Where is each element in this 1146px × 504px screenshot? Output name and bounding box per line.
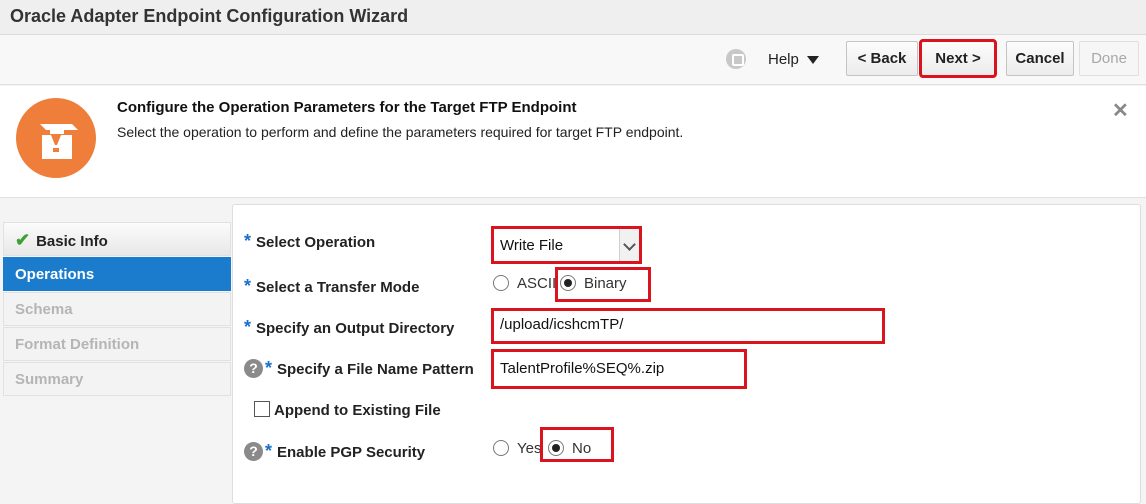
- nav-item-basic-info[interactable]: ✔ Basic Info: [3, 222, 231, 256]
- required-marker: *: [265, 441, 273, 461]
- chevron-down-icon[interactable]: [619, 229, 639, 261]
- banner-title: Configure the Operation Parameters for t…: [117, 99, 577, 116]
- window-title: Oracle Adapter Endpoint Configuration Wi…: [10, 6, 409, 26]
- select-operation-text: Select Operation: [256, 234, 376, 251]
- radio-pgp-no-label[interactable]: No: [572, 440, 591, 457]
- radio-pgp-yes-label[interactable]: Yes: [517, 440, 541, 457]
- wizard-steps-nav: ✔ Basic Info Operations Schema Format Def…: [3, 222, 231, 397]
- window-titlebar: Oracle Adapter Endpoint Configuration Wi…: [0, 0, 1146, 35]
- nav-item-label: Schema: [15, 301, 73, 318]
- done-button: Done: [1079, 41, 1139, 76]
- info-icon[interactable]: [726, 49, 746, 69]
- instruction-banner: Configure the Operation Parameters for t…: [0, 86, 1146, 198]
- file-name-pattern-text: Specify a File Name Pattern: [277, 361, 474, 378]
- operation-select[interactable]: Write File: [491, 226, 642, 264]
- help-icon[interactable]: ?: [244, 359, 263, 378]
- checkmark-icon: ✔: [15, 230, 31, 250]
- radio-pgp-yes[interactable]: [493, 440, 509, 456]
- help-menu[interactable]: Help: [726, 47, 819, 71]
- file-name-pattern-input[interactable]: TalentProfile%SEQ%.zip: [491, 349, 747, 389]
- nav-item-operations[interactable]: Operations: [3, 257, 231, 291]
- pgp-security-label: ? * Enable PGP Security: [244, 441, 425, 462]
- required-marker: *: [244, 231, 252, 251]
- radio-pgp-no[interactable]: [548, 440, 564, 456]
- append-label[interactable]: Append to Existing File: [274, 402, 441, 419]
- nav-item-label: Summary: [15, 371, 84, 388]
- help-label[interactable]: Help: [768, 51, 799, 68]
- chevron-down-icon[interactable]: [806, 56, 819, 64]
- required-marker: *: [265, 358, 273, 378]
- nav-item-schema: Schema: [3, 292, 231, 326]
- file-name-pattern-label: ? * Specify a File Name Pattern: [244, 358, 474, 379]
- wizard-toolbar: Help < Back Next > Cancel Done: [0, 35, 1146, 85]
- nav-item-summary: Summary: [3, 362, 231, 396]
- radio-binary-label[interactable]: Binary: [584, 275, 627, 292]
- required-marker: *: [244, 276, 252, 296]
- cancel-button[interactable]: Cancel: [1006, 41, 1074, 76]
- transfer-mode-label: * Select a Transfer Mode: [244, 276, 419, 297]
- radio-binary[interactable]: [560, 275, 576, 291]
- nav-item-format-definition: Format Definition: [3, 327, 231, 361]
- operation-select-value: Write File: [500, 237, 564, 254]
- output-directory-label: * Specify an Output Directory: [244, 317, 454, 338]
- select-operation-label: * Select Operation: [244, 231, 375, 252]
- append-checkbox[interactable]: [254, 401, 270, 417]
- output-directory-text: Specify an Output Directory: [256, 320, 455, 337]
- transfer-mode-text: Select a Transfer Mode: [256, 279, 420, 296]
- back-button[interactable]: < Back: [846, 41, 918, 76]
- close-icon[interactable]: ✕: [1112, 98, 1129, 123]
- nav-item-label: Basic Info: [36, 233, 108, 250]
- output-directory-input[interactable]: /upload/icshcmTP/: [491, 308, 885, 344]
- ftp-adapter-icon: [40, 124, 78, 159]
- required-marker: *: [244, 317, 252, 337]
- operations-form: * Select Operation Write File * Select a T…: [232, 204, 1141, 504]
- nav-item-label: Format Definition: [15, 336, 140, 353]
- radio-ascii[interactable]: [493, 275, 509, 291]
- next-button[interactable]: Next >: [919, 39, 997, 78]
- help-icon[interactable]: ?: [244, 442, 263, 461]
- banner-description: Select the operation to perform and defi…: [117, 124, 684, 140]
- adapter-icon: [16, 98, 96, 178]
- nav-item-label: Operations: [15, 266, 95, 283]
- pgp-security-text: Enable PGP Security: [277, 444, 426, 461]
- radio-ascii-label[interactable]: ASCII: [517, 275, 556, 292]
